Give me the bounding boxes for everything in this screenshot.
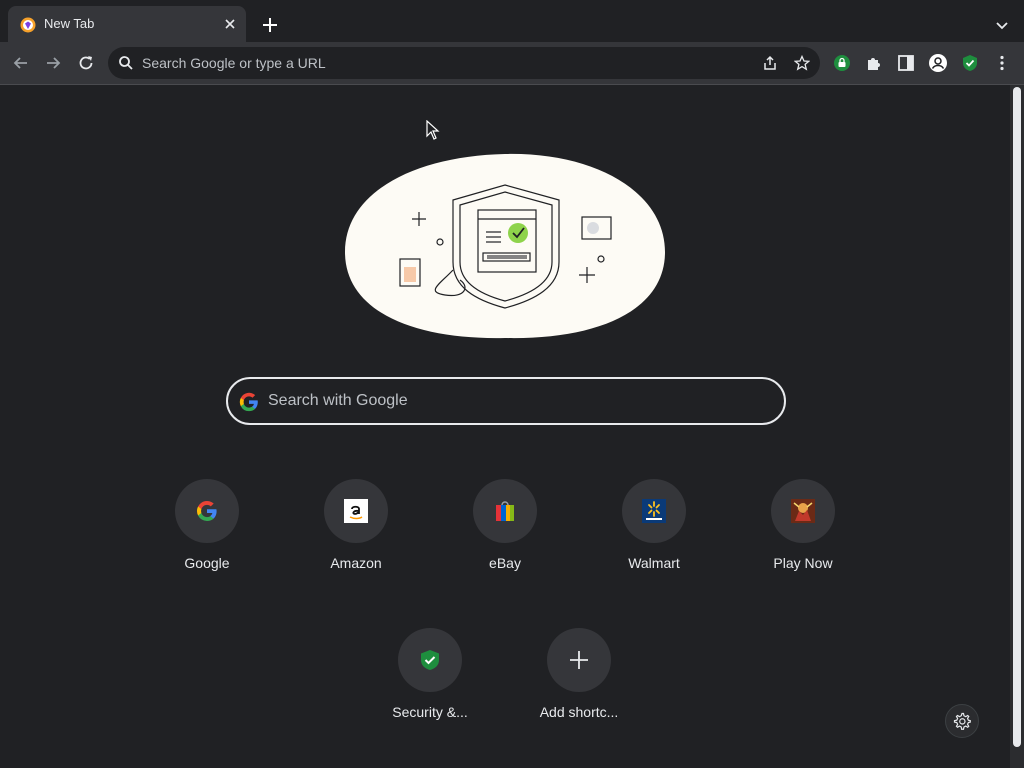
chevron-down-icon[interactable] [992,15,1012,35]
security-shield-extension-icon[interactable] [960,53,980,73]
shortcut-google[interactable]: Google [152,479,262,591]
shortcut-ebay[interactable]: eBay [450,479,560,591]
side-panel-icon[interactable] [896,53,916,73]
bookmark-star-icon[interactable] [794,55,810,71]
mouse-cursor-icon [426,120,440,140]
search-icon [119,56,133,70]
security-shield-icon [421,650,439,670]
shortcut-label: Google [184,555,230,571]
new-tab-plus-icon[interactable] [260,15,280,35]
tab-strip: New Tab [0,0,1024,42]
profile-avatar-icon[interactable] [928,53,948,73]
shortcut-icon-circle [473,479,537,543]
shortcut-label: Play Now [773,555,833,571]
shortcut-amazon[interactable]: Amazon [301,479,411,591]
shortcut-label: Security &... [392,704,468,720]
tab-new-tab[interactable]: New Tab [8,6,246,42]
share-icon[interactable] [762,55,778,71]
shortcut-label: Add shortc... [539,704,619,720]
shortcut-icon-circle [398,628,462,692]
ebay-bag-icon [496,501,514,521]
amazon-logo-icon [344,499,368,523]
shortcut-icon-circle [622,479,686,543]
vpn-lock-extension-icon[interactable] [832,53,852,73]
scrollbar[interactable] [1010,85,1024,768]
add-shortcut-button[interactable]: Add shortc... [524,628,634,740]
search-placeholder: Search with Google [268,392,408,409]
gear-icon [953,712,971,730]
more-menu-icon[interactable] [992,53,1012,73]
shortcut-walmart[interactable]: Walmart [599,479,709,591]
reload-icon[interactable] [76,53,96,73]
shortcut-label: Amazon [330,555,382,571]
toolbar: Search Google or type a URL [0,42,1024,85]
shortcut-icon-circle [175,479,239,543]
omnibox-placeholder: Search Google or type a URL [142,55,326,71]
shortcut-play-now[interactable]: Play Now [748,479,858,591]
back-arrow-icon[interactable] [11,53,31,73]
customize-page-button[interactable] [945,704,979,738]
google-g-icon [197,500,217,521]
scrollbar-thumb[interactable] [1013,87,1021,747]
shortcut-label: eBay [489,555,521,571]
google-search-box[interactable]: Search with Google [226,377,786,425]
shortcut-security[interactable]: Security &... [375,628,485,740]
close-icon[interactable] [222,16,238,32]
walmart-spark-icon [642,499,666,523]
extensions-puzzle-icon[interactable] [864,53,884,73]
plus-icon [570,651,588,669]
omnibox[interactable]: Search Google or type a URL [108,47,820,79]
google-g-icon [239,392,258,412]
security-illustration [345,153,665,339]
shortcut-icon-circle [771,479,835,543]
shortcut-label: Walmart [628,555,680,571]
forward-arrow-icon[interactable] [43,53,63,73]
shortcut-icon-circle [324,479,388,543]
shortcut-icon-circle [547,628,611,692]
tab-title: New Tab [44,16,95,31]
browser-logo-icon [20,17,36,33]
game-thumbnail-icon [791,499,815,523]
